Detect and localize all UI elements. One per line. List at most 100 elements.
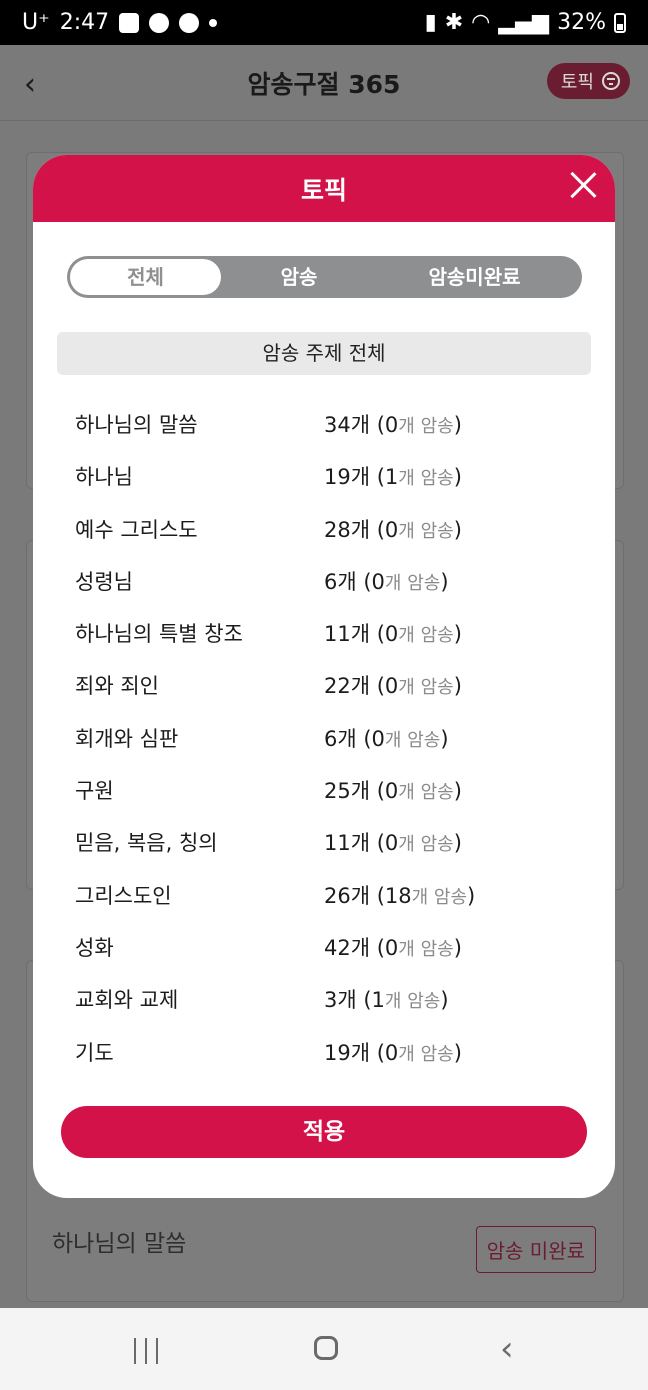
dot-icon bbox=[209, 18, 218, 27]
count-close: ) bbox=[453, 517, 462, 542]
topic-name: 예수 그리스도 bbox=[75, 517, 198, 542]
memorized-suffix: 개 암송 bbox=[398, 834, 454, 856]
count-close: ) bbox=[453, 465, 462, 490]
topic-filter-label: 토픽 bbox=[560, 72, 594, 93]
topic-count-value: 22개 (0 bbox=[324, 674, 399, 699]
topic-row[interactable]: 죄와 죄인 22개 (0개 암송) bbox=[33, 657, 615, 709]
tab-all[interactable]: 전체 bbox=[70, 259, 221, 295]
topic-count-value: 25개 (0 bbox=[324, 779, 399, 804]
filter-icon bbox=[602, 72, 620, 90]
signal-icon: ▂▄▆ bbox=[498, 10, 550, 35]
topic-name: 교회와 교제 bbox=[75, 988, 179, 1013]
memorized-suffix: 개 암송 bbox=[384, 572, 441, 594]
count-close: ) bbox=[467, 883, 476, 908]
status-bar: U⁺ 2:47 ▮ ✱ ◠ ▂▄▆ 32% bbox=[0, 0, 648, 45]
back-icon[interactable]: ‹ bbox=[500, 1332, 514, 1366]
topic-name: 구원 bbox=[75, 779, 114, 804]
memorized-suffix: 개 암송 bbox=[411, 886, 468, 908]
close-icon[interactable] bbox=[569, 171, 597, 199]
topic-count: 6개 (0개 암송) bbox=[324, 723, 449, 753]
count-close: ) bbox=[453, 674, 462, 699]
topic-count-value: 42개 (0 bbox=[324, 935, 399, 960]
count-close: ) bbox=[453, 413, 462, 437]
topic-row[interactable]: 성령님 6개 (0개 암송) bbox=[33, 553, 615, 605]
count-close: ) bbox=[440, 569, 449, 594]
system-nav-bar: ‹ bbox=[0, 1308, 648, 1390]
count-close: ) bbox=[440, 988, 449, 1013]
topic-count-value: 11개 (0 bbox=[324, 831, 399, 856]
wifi-icon: ◠ bbox=[471, 10, 491, 35]
count-close: ) bbox=[453, 622, 462, 647]
topic-name: 기도 bbox=[75, 1040, 114, 1065]
topic-count-value: 34개 (0 bbox=[324, 413, 399, 437]
topic-name: 죄와 죄인 bbox=[75, 674, 159, 699]
topic-row[interactable]: 예수 그리스도 28개 (0개 암송) bbox=[33, 501, 615, 553]
topic-count: 22개 (0개 암송) bbox=[324, 670, 462, 700]
topic-count: 6개 (0개 암송) bbox=[324, 566, 449, 596]
topic-name: 성령님 bbox=[75, 569, 133, 594]
topic-row[interactable]: 회개와 심판 6개 (0개 암송) bbox=[33, 710, 615, 762]
tab-not-memorized[interactable]: 암송미완료 bbox=[397, 259, 552, 295]
modal-title: 토픽 bbox=[300, 176, 347, 205]
topic-row[interactable]: 교회와 교제 3개 (1개 암송) bbox=[33, 971, 615, 1023]
topic-count: 42개 (0개 암송) bbox=[324, 932, 462, 962]
topic-modal: 토픽 전체 암송 암송미완료 암송 주제 전체 하나님의 말씀 34개 (0개 암… bbox=[33, 155, 615, 1198]
topic-count: 3개 (1개 암송) bbox=[324, 984, 449, 1014]
topic-count-value: 6개 (0 bbox=[324, 569, 385, 594]
topic-name: 믿음, 복음, 칭의 bbox=[75, 831, 218, 856]
topic-count-value: 19개 (0 bbox=[324, 1040, 399, 1065]
topic-row[interactable]: 하나님 19개 (1개 암송) bbox=[33, 448, 615, 500]
topic-list: 하나님의 말씀 34개 (0개 암송) 하나님 19개 (1개 암송) 예수 그리스도 2… bbox=[33, 396, 615, 1076]
topic-name: 하나님 bbox=[75, 465, 133, 490]
topic-count: 25개 (0개 암송) bbox=[324, 775, 462, 805]
status-right: ▮ ✱ ◠ ▂▄▆ 32% bbox=[425, 10, 626, 35]
app-bar: ‹ 암송구절 365 토픽 bbox=[0, 45, 648, 121]
memorized-suffix: 개 암송 bbox=[398, 468, 454, 490]
memorized-suffix: 개 암송 bbox=[384, 991, 441, 1013]
topic-count: 11개 (0개 암송) bbox=[324, 618, 462, 648]
topic-row[interactable]: 구원 25개 (0개 암송) bbox=[33, 762, 615, 814]
home-icon[interactable] bbox=[314, 1336, 338, 1360]
talk-icon bbox=[149, 12, 170, 33]
topic-name: 그리스도인 bbox=[75, 883, 172, 908]
topic-count: 34개 (0개 암송) bbox=[324, 409, 462, 439]
topic-name: 하나님의 특별 창조 bbox=[75, 622, 243, 647]
recent-apps-icon[interactable] bbox=[134, 1338, 160, 1364]
all-topics-option[interactable]: 암송 주제 전체 bbox=[57, 332, 591, 375]
topic-count-value: 3개 (1 bbox=[324, 988, 385, 1013]
memorized-suffix: 개 암송 bbox=[398, 416, 454, 437]
battery-percent: 32% bbox=[557, 10, 606, 35]
memorized-suffix: 개 암송 bbox=[398, 520, 454, 542]
battery-icon bbox=[614, 12, 626, 33]
topic-count: 26개 (18개 암송) bbox=[324, 880, 475, 910]
topic-count-value: 19개 (1 bbox=[324, 465, 399, 490]
topic-name: 하나님의 말씀 bbox=[75, 413, 198, 437]
modal-header: 토픽 bbox=[33, 155, 615, 222]
topic-row[interactable]: 성화 42개 (0개 암송) bbox=[33, 919, 615, 971]
topic-count: 28개 (0개 암송) bbox=[324, 514, 462, 544]
topic-count-value: 28개 (0 bbox=[324, 517, 399, 542]
topic-row[interactable]: 하나님의 말씀 34개 (0개 암송) bbox=[33, 396, 615, 448]
count-close: ) bbox=[453, 779, 462, 804]
battery-saver-icon: ▮ bbox=[424, 10, 437, 35]
count-close: ) bbox=[453, 1040, 462, 1065]
chrome-icon bbox=[179, 12, 200, 33]
apply-button[interactable]: 적용 bbox=[61, 1106, 587, 1158]
topic-row[interactable]: 믿음, 복음, 칭의 11개 (0개 암송) bbox=[33, 814, 615, 866]
topic-name: 성화 bbox=[75, 935, 114, 960]
topic-count-value: 6개 (0 bbox=[324, 726, 385, 751]
topic-count-value: 26개 (18 bbox=[324, 883, 412, 908]
memorized-suffix: 개 암송 bbox=[384, 729, 441, 751]
bluetooth-icon: ✱ bbox=[444, 10, 464, 35]
topic-count: 19개 (1개 암송) bbox=[324, 461, 462, 491]
topic-count: 11개 (0개 암송) bbox=[324, 827, 462, 857]
topic-row[interactable]: 그리스도인 26개 (18개 암송) bbox=[33, 867, 615, 919]
tab-memorized[interactable]: 암송 bbox=[239, 259, 359, 295]
filter-tabs: 전체 암송 암송미완료 bbox=[67, 256, 582, 298]
carrier-label: U⁺ bbox=[22, 10, 50, 35]
topic-filter-button[interactable]: 토픽 bbox=[546, 63, 630, 99]
memorized-suffix: 개 암송 bbox=[398, 938, 454, 960]
topic-row[interactable]: 하나님의 특별 창조 11개 (0개 암송) bbox=[33, 605, 615, 657]
topic-row[interactable]: 기도 19개 (0개 암송) bbox=[33, 1024, 615, 1076]
status-badge: 암송 미완료 bbox=[475, 1226, 596, 1273]
